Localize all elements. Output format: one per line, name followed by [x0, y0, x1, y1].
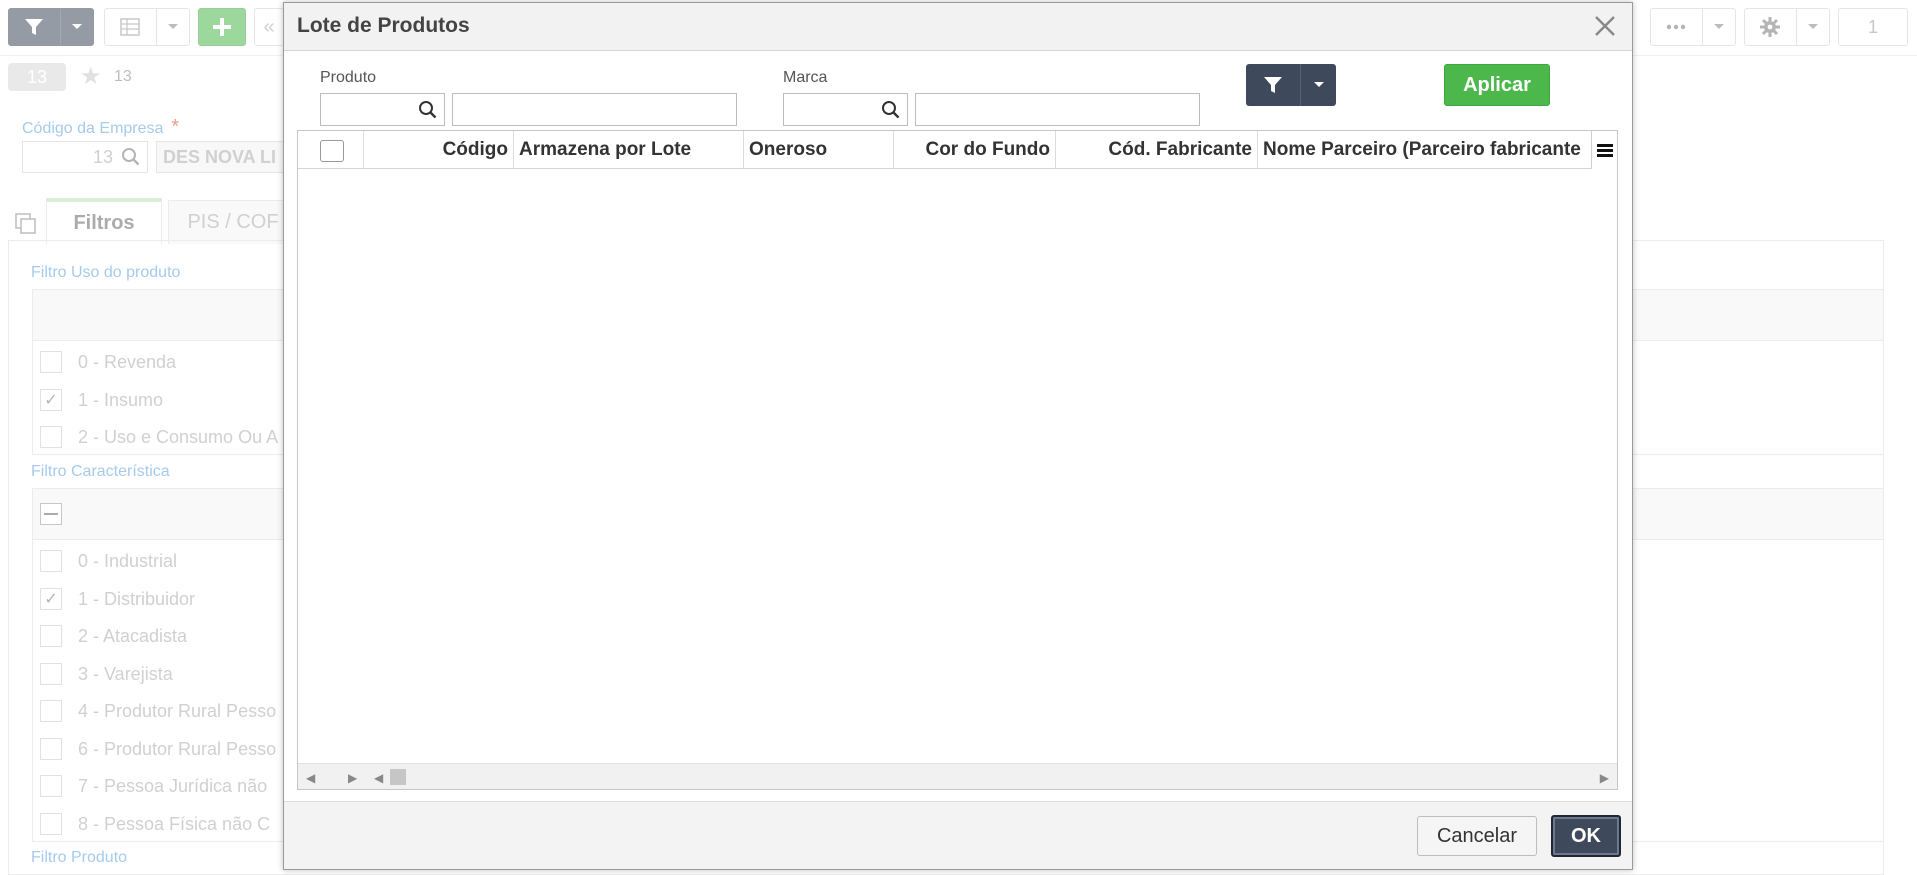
scrollbar-thumb[interactable] — [390, 769, 406, 785]
marca-label: Marca — [783, 69, 828, 86]
column-header[interactable]: Cor do Fundo — [894, 131, 1056, 169]
marca-code-input[interactable] — [783, 93, 908, 126]
ok-button[interactable]: OK — [1551, 815, 1621, 857]
close-icon[interactable] — [1592, 13, 1618, 39]
column-header[interactable]: Código — [364, 131, 514, 169]
select-all-cell — [298, 131, 364, 169]
scroll-left-icon[interactable]: ◀ — [306, 771, 315, 785]
products-grid: Código Armazena por Lote Oneroso Cor do … — [297, 130, 1618, 790]
column-header[interactable]: Cód. Fabricante — [1056, 131, 1258, 169]
scroll-left-icon[interactable]: ◀ — [374, 771, 383, 785]
apply-button[interactable]: Aplicar — [1444, 64, 1550, 106]
lote-produtos-dialog: Lote de Produtos Produto Marca Aplicar C… — [283, 2, 1633, 870]
cancel-button[interactable]: Cancelar — [1417, 816, 1537, 856]
select-all-checkbox[interactable] — [320, 140, 344, 162]
filter-icon[interactable] — [1246, 64, 1300, 106]
dialog-footer: Cancelar OK — [284, 801, 1632, 869]
column-header[interactable]: Nome Parceiro (Parceiro fabricante — [1258, 131, 1593, 169]
dialog-title: Lote de Produtos — [297, 14, 470, 37]
grid-header: Código Armazena por Lote Oneroso Cor do … — [298, 131, 1617, 169]
chevron-down-icon[interactable] — [1300, 64, 1336, 106]
produto-code-input[interactable] — [320, 93, 445, 126]
search-icon[interactable] — [881, 100, 901, 125]
search-icon[interactable] — [418, 100, 438, 125]
scroll-right-icon[interactable]: ▶ — [348, 771, 357, 785]
marca-description-input[interactable] — [915, 93, 1200, 126]
column-header[interactable]: Oneroso — [744, 131, 894, 169]
produto-description-input[interactable] — [452, 93, 737, 126]
produto-label: Produto — [320, 69, 377, 86]
horizontal-scrollbar[interactable]: ◀ ▶ ◀ ▶ — [298, 763, 1617, 789]
dialog-filter-split-button[interactable] — [1246, 64, 1336, 106]
hamburger-menu-icon[interactable] — [1591, 131, 1617, 169]
column-header[interactable]: Armazena por Lote — [514, 131, 744, 169]
scroll-right-icon[interactable]: ▶ — [1600, 771, 1609, 785]
dialog-header: Lote de Produtos — [284, 3, 1632, 51]
